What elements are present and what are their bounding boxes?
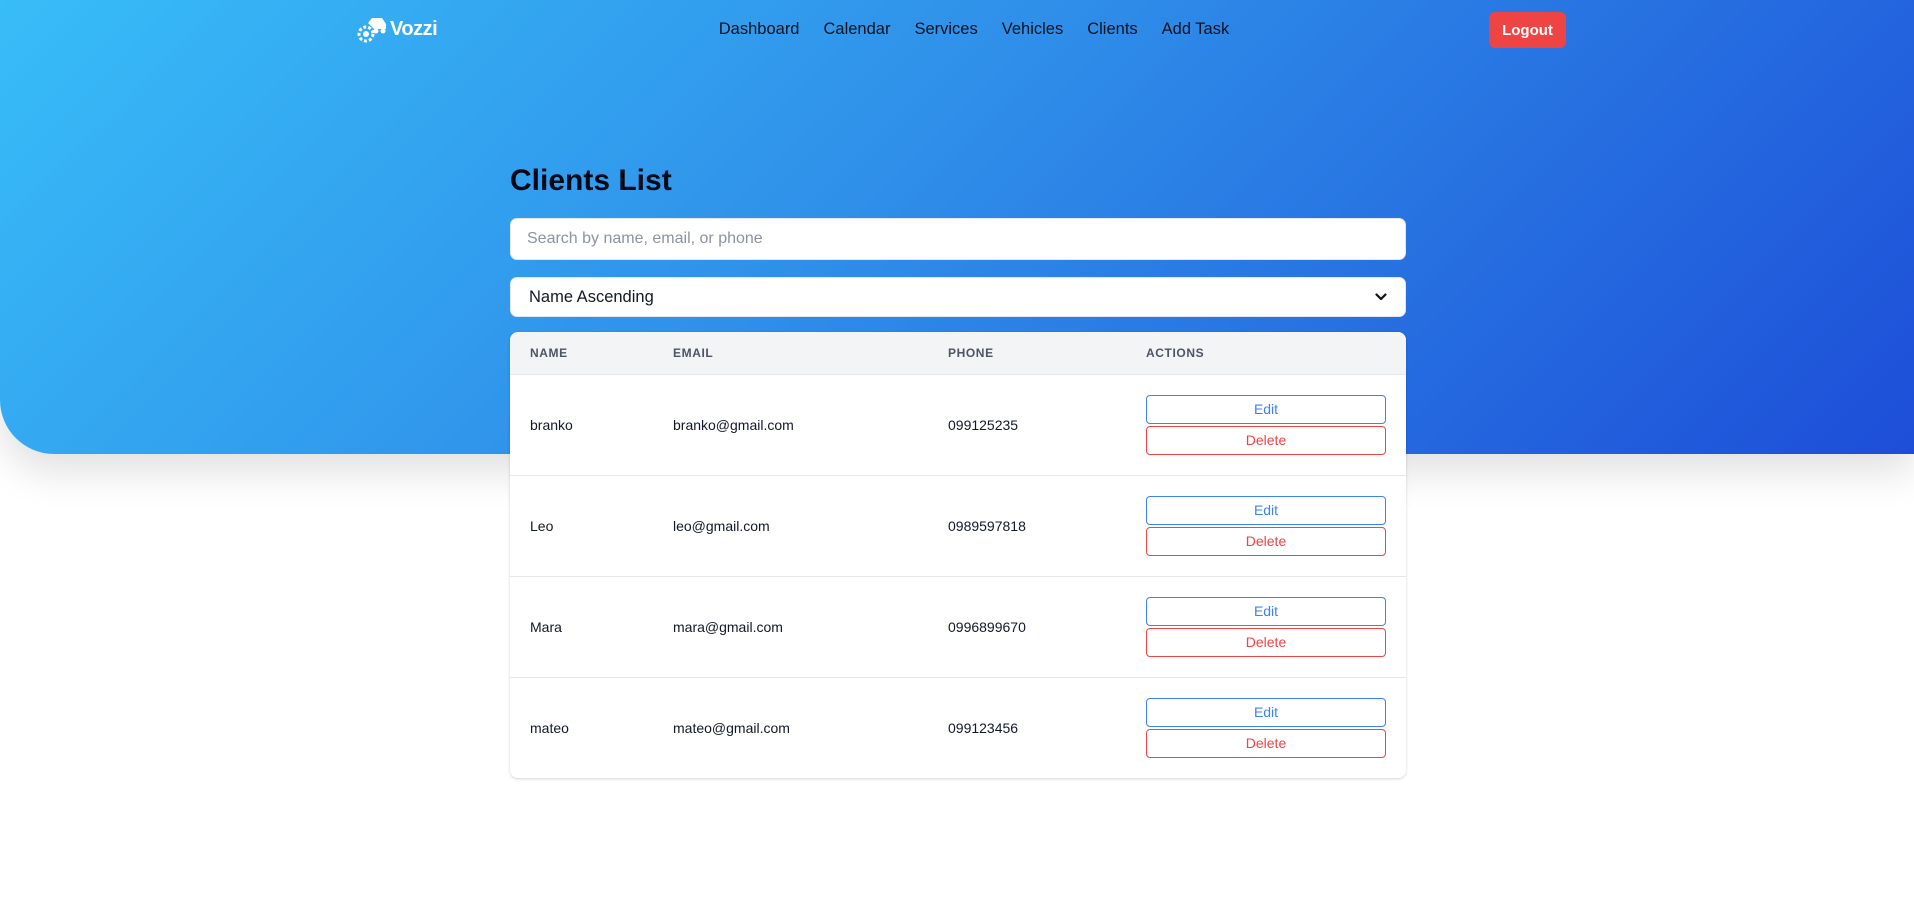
row-actions: Edit Delete [1126,475,1406,576]
search-input[interactable] [510,218,1406,260]
nav-link-vehicles[interactable]: Vehicles [1002,20,1063,39]
client-email: leo@gmail.com [673,517,770,534]
nav-link-calendar[interactable]: Calendar [824,20,891,39]
nav-link-clients[interactable]: Clients [1087,20,1137,39]
client-phone: 0989597818 [948,517,1026,534]
row-actions: Edit Delete [1126,576,1406,677]
row-actions: Edit Delete [1126,677,1406,778]
header-name: NAME [510,332,653,375]
client-name: mateo [530,719,569,736]
client-email: branko@gmail.com [673,416,794,433]
table-row: Leo leo@gmail.com 0989597818 Edit Delete [510,475,1406,576]
edit-button[interactable]: Edit [1146,495,1386,525]
sort-selected-value: Name Ascending [529,287,654,306]
client-email: mateo@gmail.com [673,719,790,736]
nav-link-dashboard[interactable]: Dashboard [719,20,800,39]
client-name: Leo [530,517,554,534]
sort-select[interactable]: Name Ascending [510,277,1406,317]
clients-table: NAME EMAIL PHONE ACTIONS branko branko@g… [510,332,1406,778]
header-phone: PHONE [928,332,1126,375]
row-actions: Edit Delete [1126,374,1406,475]
edit-button[interactable]: Edit [1146,697,1386,727]
client-phone: 099123456 [948,719,1019,736]
table-row: mateo mateo@gmail.com 099123456 Edit Del… [510,677,1406,778]
edit-button[interactable]: Edit [1146,596,1386,626]
client-email: mara@gmail.com [673,618,783,635]
delete-button[interactable]: Delete [1146,728,1386,758]
client-name: branko [530,416,573,433]
logout-button[interactable]: Logout [1489,12,1566,48]
header-actions: ACTIONS [1126,332,1406,375]
delete-button[interactable]: Delete [1146,526,1386,556]
client-name: Mara [530,618,562,635]
table-row: Mara mara@gmail.com 0996899670 Edit Dele… [510,576,1406,677]
clients-panel: Clients List Name Ascending NAME EMAIL P… [510,160,1406,778]
edit-button[interactable]: Edit [1146,394,1386,424]
table-header-row: NAME EMAIL PHONE ACTIONS [510,332,1406,375]
chevron-down-icon [1375,293,1387,301]
nav-link-add-task[interactable]: Add Task [1162,20,1230,39]
table-row: branko branko@gmail.com 099125235 Edit D… [510,374,1406,475]
client-phone: 099125235 [948,416,1019,433]
client-phone: 0996899670 [948,618,1026,635]
delete-button[interactable]: Delete [1146,627,1386,657]
page-title: Clients List [510,164,672,197]
main-nav: Dashboard Calendar Services Vehicles Cli… [0,20,1914,39]
delete-button[interactable]: Delete [1146,425,1386,455]
header-email: EMAIL [653,332,928,375]
nav-link-services[interactable]: Services [914,20,977,39]
top-navbar: Vozzi Dashboard Calendar Services Vehicl… [0,0,1914,60]
